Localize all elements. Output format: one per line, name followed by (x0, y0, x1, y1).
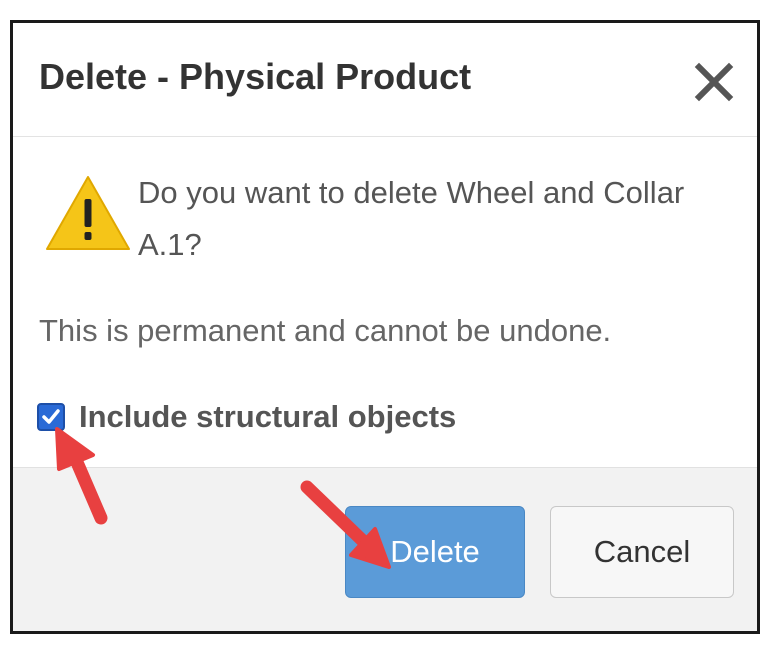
cancel-button[interactable]: Cancel (550, 506, 734, 598)
delete-dialog: Delete - Physical Product Do you want to… (13, 23, 757, 631)
checkmark-icon (42, 409, 60, 424)
screenshot-frame: Delete - Physical Product Do you want to… (10, 20, 760, 634)
warning-triangle-icon (46, 176, 130, 250)
delete-question: Do you want to delete Wheel and Collar A… (138, 175, 685, 262)
dialog-body: Do you want to delete Wheel and Collar A… (13, 137, 757, 470)
dialog-title: Delete - Physical Product (39, 56, 472, 97)
include-structural-label[interactable]: Include structural objects (79, 399, 456, 435)
dialog-header: Delete - Physical Product (13, 23, 757, 137)
delete-button[interactable]: Delete (345, 506, 525, 598)
permanent-notice: This is permanent and cannot be undone. (39, 313, 612, 348)
close-icon (694, 62, 734, 102)
include-structural-checkbox[interactable] (37, 403, 65, 431)
close-button[interactable] (693, 61, 735, 103)
include-structural-row: Include structural objects (37, 399, 456, 435)
dialog-footer: Delete Cancel (13, 467, 757, 631)
